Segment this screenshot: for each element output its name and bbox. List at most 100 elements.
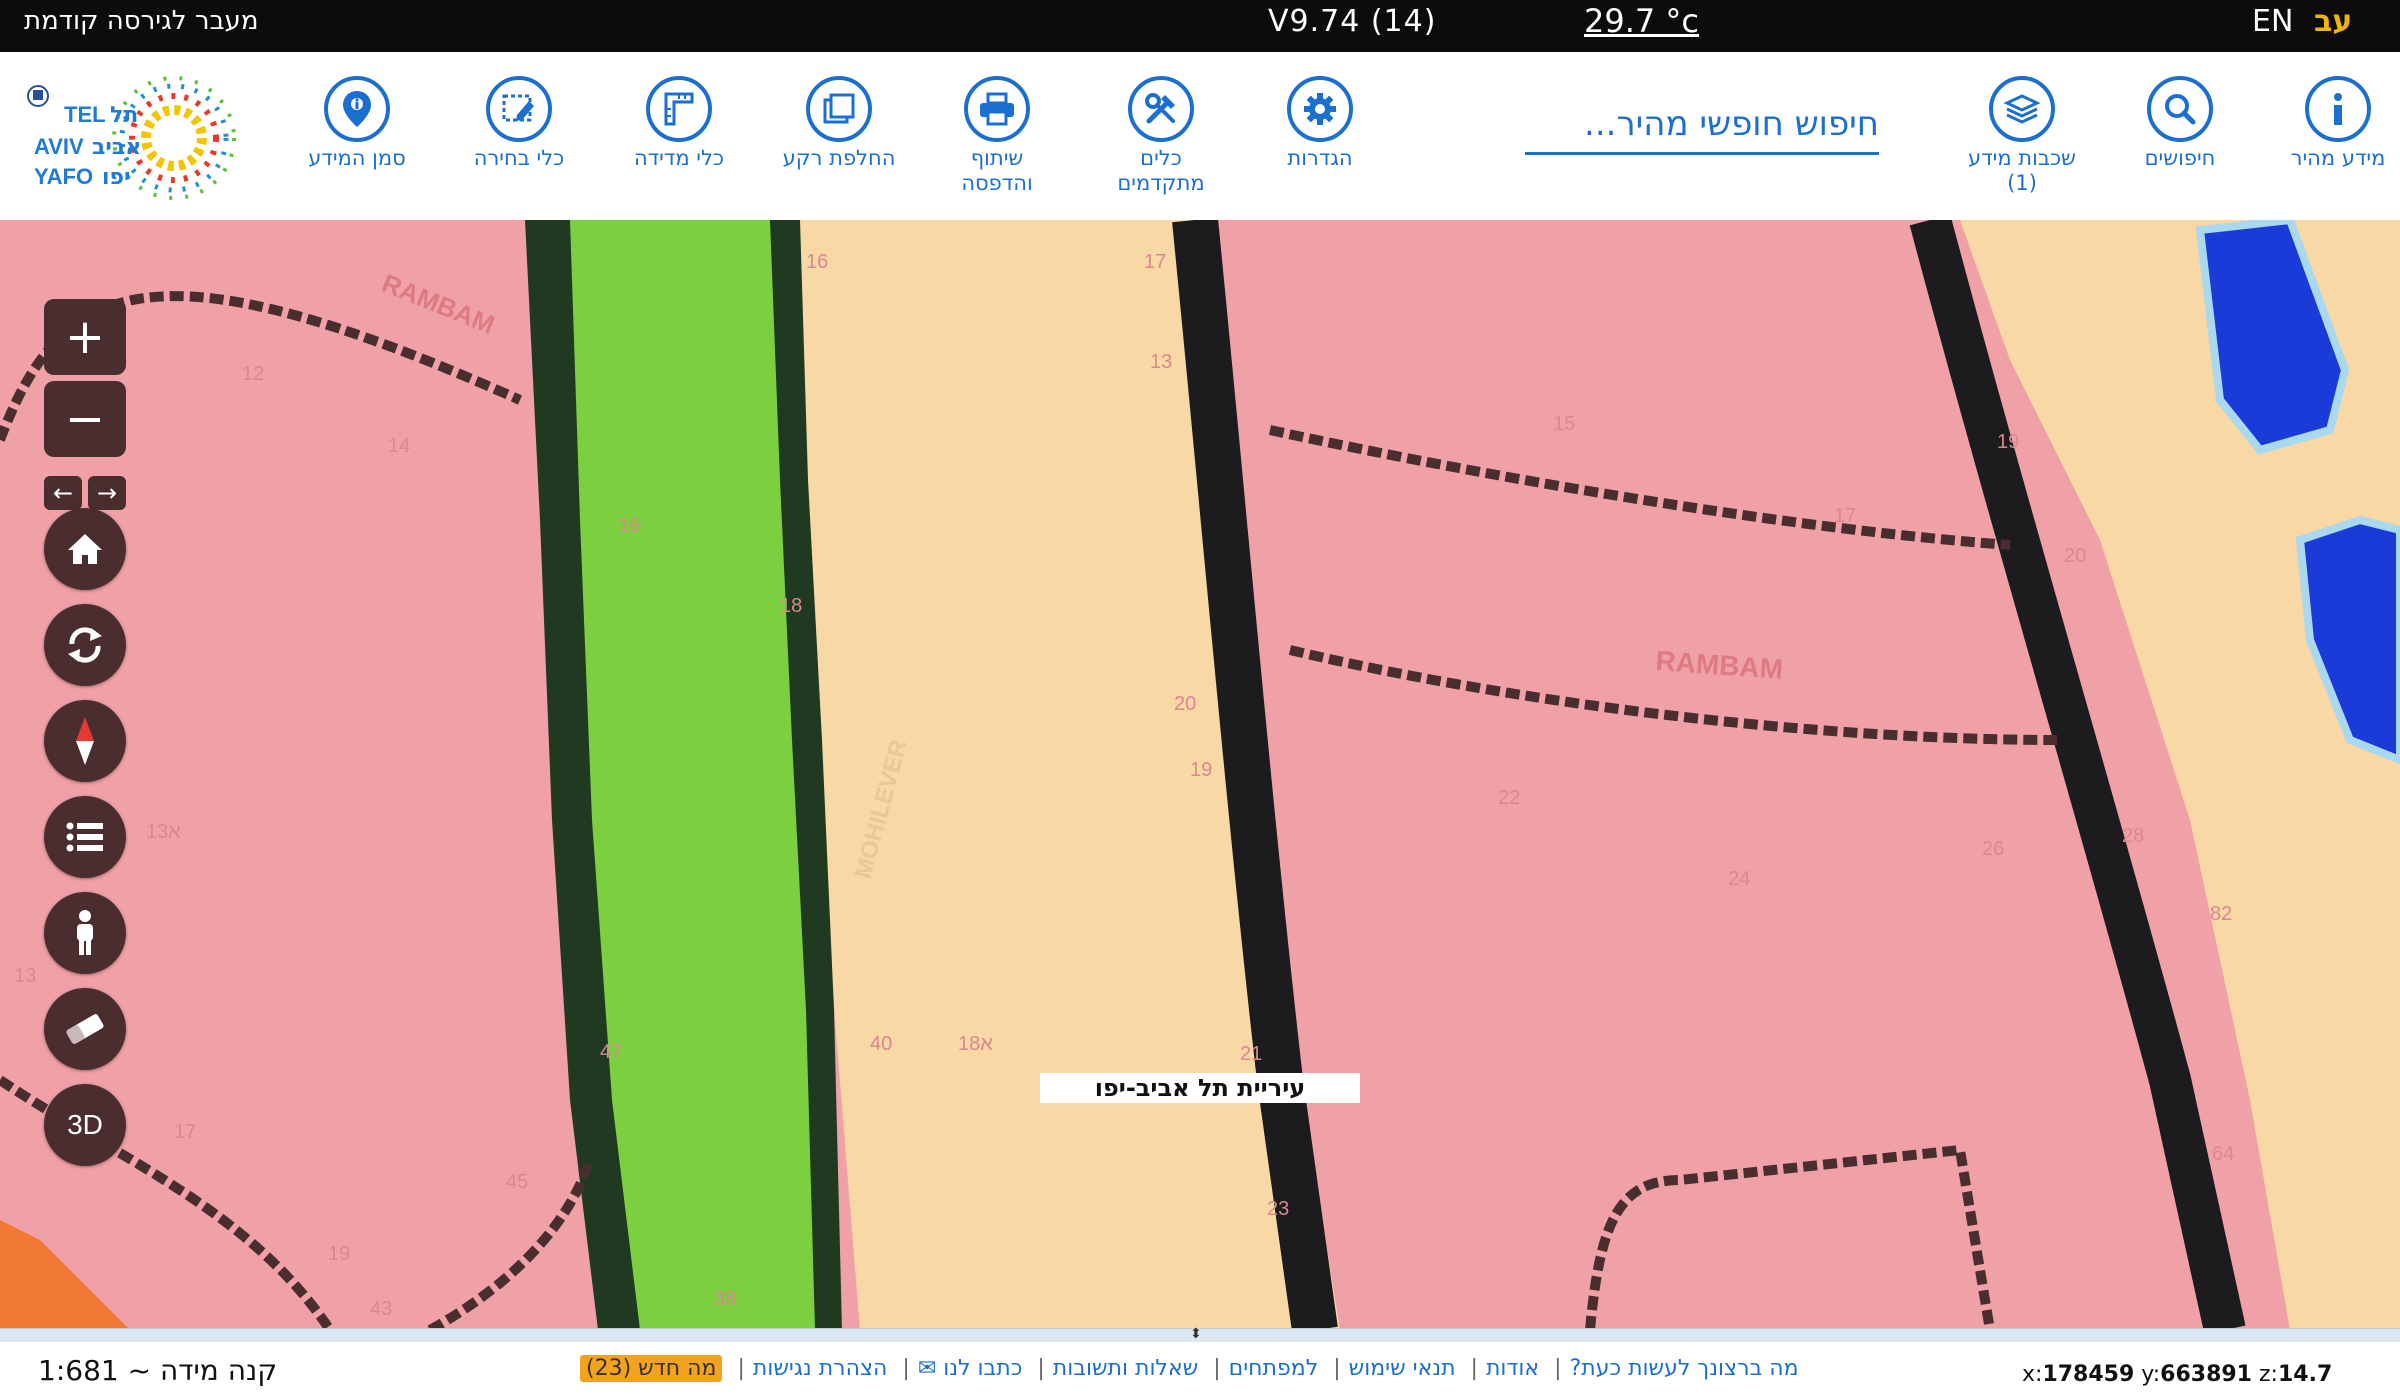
map-canvas[interactable]: RAMBAM RAMBAM MOHILEVER 12 14 16 18 19 2… [0,220,2400,1330]
back-arrow-button[interactable]: ← [44,476,82,510]
orange-zone [0,1220,130,1330]
info-layers-label: שכבות מידע (1) [1937,146,2107,196]
footer-link-about[interactable]: אודות [1486,1356,1539,1381]
footer-link-developers[interactable]: למפתחים [1229,1356,1319,1381]
forward-arrow-button[interactable]: → [88,476,126,510]
footer-link-contact[interactable]: כתבו לנו ✉ [918,1356,1023,1381]
footer-links: מה ברצונך לעשות כעת? | אודות | תנאי שימוש |… [580,1355,1799,1382]
house-number-label: 16 [806,251,828,273]
house-number-label: 17 [1834,505,1856,527]
street-view-button[interactable] [44,892,126,974]
home-button[interactable] [44,508,126,590]
coordinates-readout: x:178459 y:663891 z:14.7 [2022,1362,2332,1387]
street-label-rambam-right: RAMBAM [1655,645,1784,685]
house-number-label: 15 [1553,413,1575,435]
house-number-label: 23 [1267,1198,1289,1220]
info-layers-label-line1: שכבות מידע [1968,146,2076,170]
logo-text-tel: TEL [64,102,106,127]
footer-separator: | [1213,1356,1221,1381]
settings-button[interactable]: הגדרות [1235,76,1405,171]
house-number-label: 17 [1144,251,1166,273]
arrow-left-icon: ← [52,479,74,507]
house-number-label: 38 [714,1288,736,1310]
house-number-label: 45 [506,1171,528,1193]
legend-list-button[interactable] [44,796,126,878]
previous-version-link[interactable]: מעבר לגירסה קודמת [24,6,258,36]
refresh-button[interactable] [44,604,126,686]
ruler-icon [646,76,712,142]
footer-separator: | [737,1356,745,1381]
house-number-label: 13א [146,821,181,843]
refresh-icon [68,627,102,663]
main-toolbar: TEL AVIV YAFO תל אביב יפו סמן המידע כלי … [0,52,2400,220]
advanced-tools-label-line1: כלים [1140,146,1182,170]
share-print-button[interactable]: שיתוף והדפסה [912,76,1082,196]
footer-link-accessibility[interactable]: הצהרת נגישות [753,1356,888,1381]
house-number-label: 28 [2122,825,2144,847]
zoom-in-button[interactable]: + [44,299,126,375]
advanced-tools-button[interactable]: כלים מתקדמים [1076,76,1246,196]
house-number-label: 40 [870,1033,892,1055]
advanced-tools-label: כלים מתקדמים [1076,146,1246,196]
zoom-out-button[interactable]: − [44,381,126,457]
footer-link-faq[interactable]: שאלות ותשובות [1053,1356,1198,1381]
whats-new-badge[interactable]: מה חדש (23) [580,1355,723,1382]
searches-button[interactable]: חיפושים [2095,76,2265,171]
house-number-label: 20 [2064,545,2086,567]
marker-tool-label: סמן המידע [308,146,406,170]
parcel-line-6 [1585,1144,1995,1330]
language-english-button[interactable]: EN [2252,4,2293,39]
marker-tool-button[interactable]: סמן המידע [272,76,442,171]
select-tool-button[interactable]: כלי בחירה [434,76,604,171]
logo-text-he-yafo: יפו [102,165,131,190]
house-number-label: 14 [388,435,410,457]
logo-text-aviv: AVIV [34,134,84,159]
coord-x-value: 178459 [2042,1362,2135,1387]
temperature-link[interactable]: 29.7 °c [1584,2,1699,40]
tel-aviv-logo[interactable]: TEL AVIV YAFO תל אביב יפו [22,74,252,204]
arrow-right-icon: → [96,479,118,507]
basemap-switch-label: החלפת רקע [782,146,896,170]
logo-text-yafo: YAFO [34,164,93,189]
search-icon [2147,76,2213,142]
house-number-label: 16 [618,515,640,537]
footer-separator: | [1037,1356,1045,1381]
tools-wrench-hammer-icon [1128,76,1194,142]
eraser-button[interactable] [44,988,126,1070]
language-hebrew-button[interactable]: עב [2314,4,2352,39]
version-label: V9.74 (14) [1268,4,1437,39]
footer-separator: | [1554,1356,1562,1381]
three-d-label: 3D [67,1109,103,1140]
house-number-label: 82 [2210,903,2232,925]
footer-link-terms[interactable]: תנאי שימוש [1349,1356,1456,1381]
share-print-label-line1: שיתוף [970,146,1024,170]
footer-link-what-to-do[interactable]: מה ברצונך לעשות כעת? [1570,1356,1799,1381]
compass-button[interactable] [44,700,126,782]
share-print-label: שיתוף והדפסה [912,146,1082,196]
expand-handle-icon[interactable]: ⬍ [1190,1326,1202,1342]
coord-y-value: 663891 [2160,1362,2252,1387]
three-d-button[interactable]: 3D [44,1084,126,1166]
coord-z-label: z: [2259,1362,2278,1387]
logo-text-he-tel: תל [110,103,138,128]
house-number-label: 19 [1190,759,1212,781]
quick-search-input[interactable] [1525,102,1879,146]
select-tool-label: כלי בחירה [473,146,565,170]
plus-icon: + [64,309,106,365]
basemap-squares-icon [806,76,872,142]
house-number-label: 19 [1997,431,2019,453]
house-number-label: 12 [242,363,264,385]
info-layers-label-line2: (1) [2007,171,2037,195]
select-pencil-icon [486,76,552,142]
logo-emblem-icon [27,85,49,107]
info-layers-button[interactable]: שכבות מידע (1) [1937,76,2107,196]
list-icon [66,822,103,852]
searches-label: חיפושים [2144,146,2216,170]
house-number-label: 18 [780,595,802,617]
quick-search [1525,102,1879,155]
zoning-map: RAMBAM RAMBAM MOHILEVER 12 14 16 18 19 2… [0,220,2400,1330]
coord-z-value: 14.7 [2277,1362,2333,1387]
basemap-switch-button[interactable]: החלפת רקע [754,76,924,171]
measure-tool-button[interactable]: כלי מדידה [594,76,764,171]
quick-info-button[interactable]: מידע מהיר [2253,76,2400,171]
